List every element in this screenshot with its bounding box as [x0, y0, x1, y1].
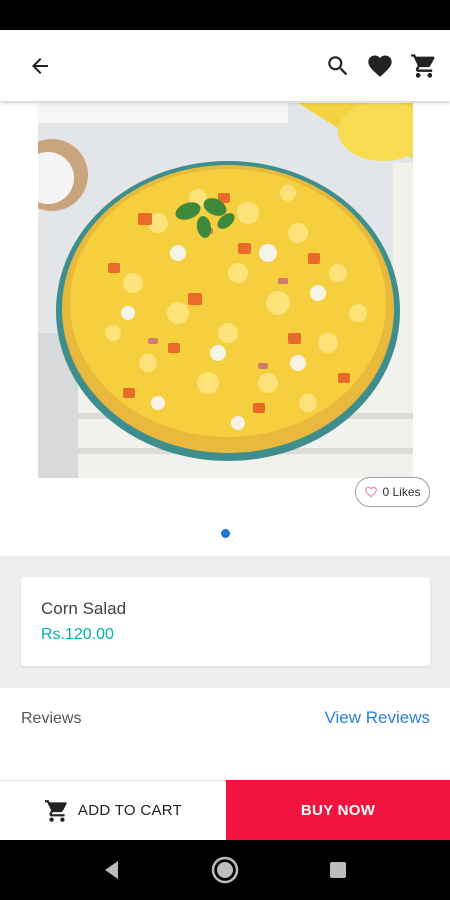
- nav-back-button[interactable]: [97, 855, 127, 885]
- bottom-action-bar: ADD TO CART BUY NOW: [0, 780, 450, 840]
- reviews-label: Reviews: [21, 710, 82, 727]
- likes-count-label: 0 Likes: [382, 485, 421, 499]
- add-to-cart-button[interactable]: ADD TO CART: [0, 781, 226, 840]
- product-info-card: Corn Salad Rs.120.00: [21, 577, 430, 666]
- corn-salad-illustration: [38, 103, 413, 478]
- search-button[interactable]: [322, 50, 354, 82]
- product-image[interactable]: [38, 103, 413, 478]
- image-gallery[interactable]: 0 Likes: [0, 101, 450, 556]
- cart-icon: [411, 54, 435, 78]
- arrow-back-icon: [32, 58, 48, 74]
- heart-icon: [368, 55, 392, 77]
- reviews-row: Reviews View Reviews: [0, 688, 450, 780]
- product-name: Corn Salad: [41, 599, 127, 618]
- favorites-button[interactable]: [364, 50, 396, 82]
- nav-home-button[interactable]: [210, 855, 240, 885]
- search-icon: [328, 56, 348, 76]
- back-button[interactable]: [24, 50, 56, 82]
- product-price: Rs.120.00: [41, 626, 114, 643]
- status-bar: [0, 0, 450, 30]
- app-bar: [0, 30, 450, 101]
- gallery-page-indicator: [221, 529, 230, 538]
- cart-button[interactable]: [408, 50, 440, 82]
- cart-icon: [45, 799, 67, 822]
- buy-now-button[interactable]: BUY NOW: [226, 780, 450, 840]
- system-navigation-bar: [0, 840, 450, 900]
- likes-button[interactable]: 0 Likes: [355, 477, 430, 507]
- product-info-section: Corn Salad Rs.120.00: [0, 556, 450, 688]
- nav-recents-icon: [330, 862, 346, 878]
- add-to-cart-label: ADD TO CART: [77, 802, 183, 819]
- view-reviews-link[interactable]: View Reviews: [324, 708, 430, 728]
- nav-home-icon: [211, 856, 239, 884]
- nav-recents-button[interactable]: [323, 855, 353, 885]
- nav-back-icon: [105, 861, 118, 879]
- heart-outline-icon: [365, 486, 378, 498]
